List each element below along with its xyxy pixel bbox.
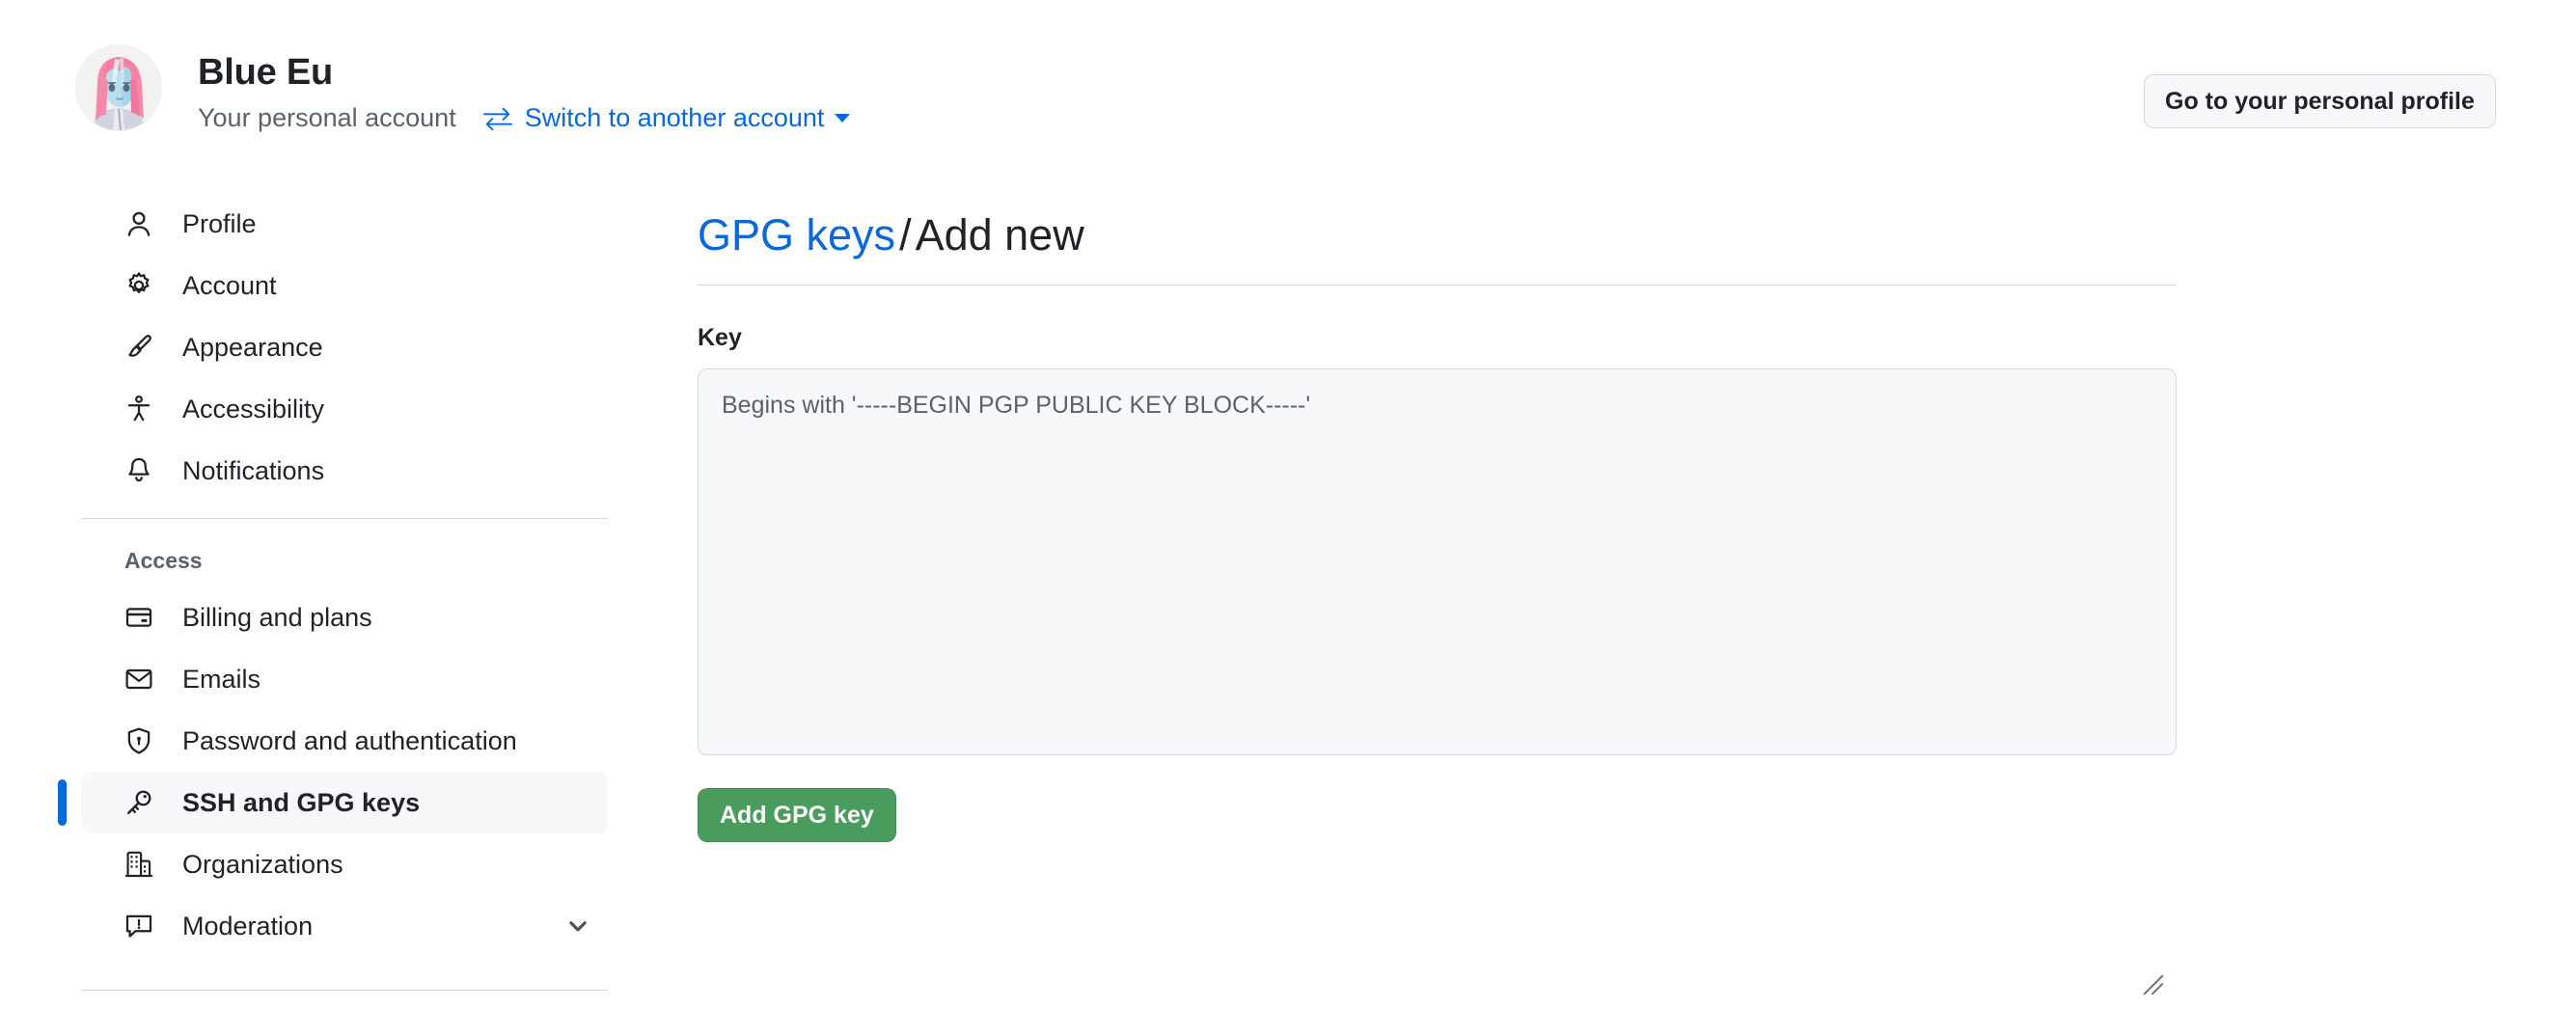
organization-icon xyxy=(124,850,155,879)
sidebar-item-accessibility[interactable]: Accessibility xyxy=(81,378,608,440)
key-icon xyxy=(124,788,155,817)
sidebar-item-label: Organizations xyxy=(182,850,343,879)
sidebar-divider xyxy=(81,518,608,519)
switch-account-label: Switch to another account xyxy=(524,103,825,132)
main-content: GPG keys/Add new Key Add GPG key xyxy=(698,178,2177,995)
page-title-breadcrumb: GPG keys/Add new xyxy=(698,207,2177,286)
gear-icon xyxy=(124,271,155,300)
sidebar-item-billing-and-plans[interactable]: Billing and plans xyxy=(81,586,608,648)
mail-icon xyxy=(124,665,155,694)
sidebar-item-ssh-and-gpg-keys[interactable]: SSH and GPG keys xyxy=(58,772,608,833)
caret-down-icon xyxy=(835,113,851,123)
sidebar-item-label: Password and authentication xyxy=(182,726,517,755)
person-icon xyxy=(124,209,155,238)
sidebar-item-profile[interactable]: Profile xyxy=(81,193,608,255)
breadcrumb-current-page: Add new xyxy=(915,210,1084,260)
key-field-label: Key xyxy=(698,324,742,352)
arrow-switch-icon xyxy=(482,104,512,133)
sidebar-item-password-and-authentication[interactable]: Password and authentication xyxy=(81,710,608,772)
sidebar-item-label: Billing and plans xyxy=(182,603,372,632)
paintbrush-icon xyxy=(124,333,155,362)
breadcrumb-separator: / xyxy=(899,210,912,260)
sidebar-bottom-divider xyxy=(81,990,608,991)
textarea-resize-grip[interactable] xyxy=(2143,974,2164,995)
avatar xyxy=(76,45,161,130)
sidebar-item-label: Account xyxy=(182,271,277,300)
bell-icon xyxy=(124,456,155,485)
sidebar-item-label: Profile xyxy=(182,209,257,238)
sidebar-item-label: Accessibility xyxy=(182,395,325,423)
avatar-image xyxy=(76,45,161,130)
sidebar-item-label: Moderation xyxy=(182,912,314,941)
sidebar-section-title-access: Access xyxy=(124,548,203,573)
sidebar-item-emails[interactable]: Emails xyxy=(81,648,608,710)
sidebar-item-label: Emails xyxy=(182,665,261,694)
switch-account-link[interactable]: Switch to another account xyxy=(482,101,851,134)
sidebar-item-organizations[interactable]: Organizations xyxy=(81,833,608,895)
sidebar-item-label: Appearance xyxy=(182,333,323,362)
gpg-key-textarea[interactable] xyxy=(698,368,2177,756)
sidebar-item-account[interactable]: Account xyxy=(81,255,608,316)
sidebar-item-notifications[interactable]: Notifications xyxy=(81,440,608,502)
sidebar-item-appearance[interactable]: Appearance xyxy=(81,316,608,378)
accessibility-icon xyxy=(124,395,155,423)
account-subtitle-row: Your personal account Switch to another … xyxy=(198,101,851,134)
add-gpg-key-button[interactable]: Add GPG key xyxy=(698,788,896,843)
account-header: Blue Eu Your personal account Switch to … xyxy=(0,0,2576,177)
sidebar-item-moderation[interactable]: Moderation xyxy=(81,895,608,957)
breadcrumb-link-gpg-keys[interactable]: GPG keys xyxy=(698,210,895,259)
settings-sidebar: Profile Account Appearance Accessibility xyxy=(58,193,608,957)
credit-card-icon xyxy=(124,603,155,632)
account-name: Blue Eu xyxy=(198,52,334,93)
report-icon xyxy=(124,912,155,941)
sidebar-item-label: SSH and GPG keys xyxy=(182,788,421,817)
shield-lock-icon xyxy=(124,726,155,755)
go-to-personal-profile-button[interactable]: Go to your personal profile xyxy=(2144,74,2496,128)
chevron-down-icon[interactable] xyxy=(565,914,590,939)
account-type-label: Your personal account xyxy=(198,103,456,132)
sidebar-item-label: Notifications xyxy=(182,456,325,485)
